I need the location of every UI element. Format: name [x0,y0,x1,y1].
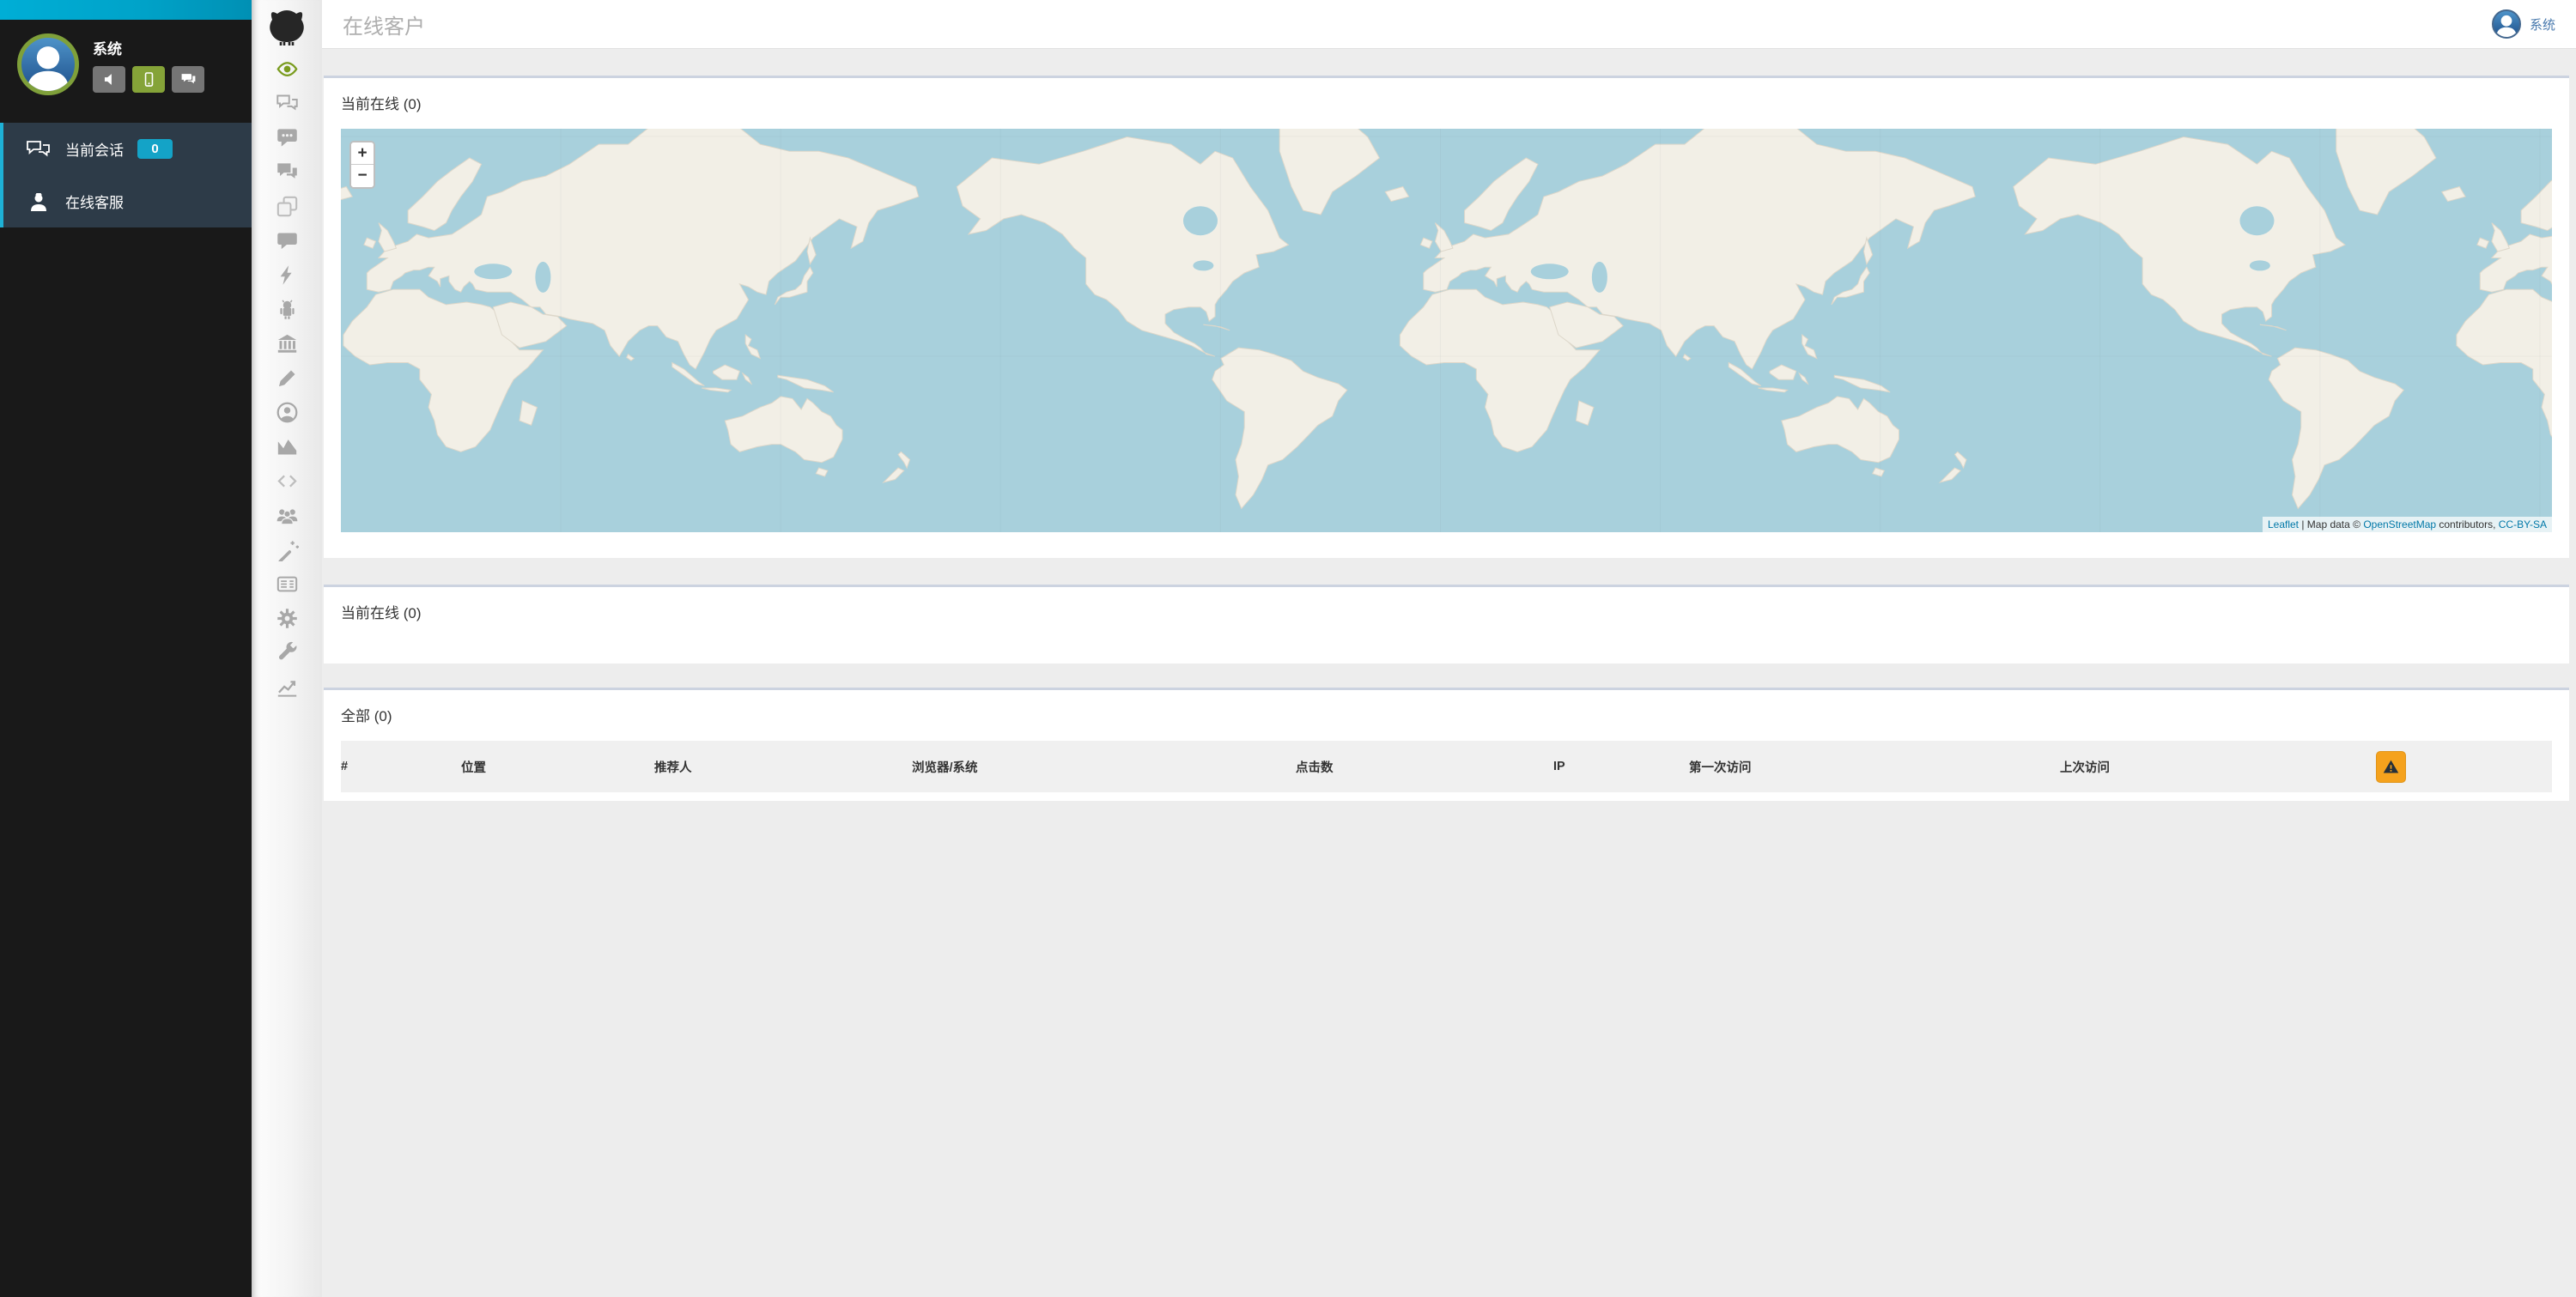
wrench-icon[interactable] [252,635,322,670]
visitors-table-header: # 位置 推荐人 浏览器/系统 点击数 IP 第一次访问 上次访问 [341,741,2552,792]
online-map-panel: 当前在线 (0) + − Leaflet | Map data © OpenSt… [324,76,2569,558]
world-map [341,129,2552,532]
mobile-button[interactable] [132,66,165,93]
bolt-icon[interactable] [252,258,322,292]
sidebar-item-current-chats[interactable]: 当前会话 0 [3,123,252,175]
user-avatar[interactable] [17,33,79,95]
column-header-referrer: 推荐人 [654,758,912,776]
icon-toolbar [252,0,322,1297]
sound-button[interactable] [93,66,125,93]
person-silhouette-icon [21,38,75,91]
header-avatar [2492,9,2521,39]
person-silhouette-icon [2494,11,2519,37]
sidebar-profile: 系统 [0,20,252,109]
line-chart-icon[interactable] [252,670,322,704]
column-header-clicks: 点击数 [1296,758,1553,776]
online-list-panel: 当前在线 (0) [324,585,2569,664]
sidebar: 系统 当前会话 0 [0,0,252,1297]
zoom-in-button[interactable]: + [351,142,374,165]
column-header-last-visit: 上次访问 [2060,758,2376,776]
mobile-phone-icon [141,71,157,88]
sidebar-item-label: 当前会话 [65,138,124,160]
chat-button[interactable] [172,66,204,93]
android-icon[interactable] [252,292,322,326]
operator-icon [26,191,52,212]
profile-name: 系统 [93,37,204,58]
app-root: 系统 当前会话 0 [0,0,2576,1297]
attribution-text: | Map data © [2299,518,2363,530]
user-circle-icon[interactable] [252,395,322,429]
sidebar-item-label: 在线客服 [65,191,124,212]
leaflet-link[interactable]: Leaflet [2268,518,2299,530]
map-zoom-control: + − [349,141,375,189]
page-title: 在线客户 [343,9,425,39]
column-header-browser-os: 浏览器/系统 [912,758,1296,776]
clone-icon[interactable] [252,189,322,223]
header-user-menu[interactable]: 系统 [2492,9,2555,39]
openstreetmap-link[interactable]: OpenStreetMap [2363,518,2436,530]
panel-title: 全部 (0) [341,690,2552,741]
sidebar-accent-bar [0,0,252,20]
all-visitors-panel: 全部 (0) # 位置 推荐人 浏览器/系统 点击数 IP 第一次访问 上次访问 [324,688,2569,801]
sidebar-item-online-operators[interactable]: 在线客服 [3,175,252,227]
code-icon[interactable] [252,464,322,498]
warning-triangle-icon [2382,758,2400,776]
column-header-number: # [341,760,461,773]
toolbar-icons [252,52,322,704]
header-user-name: 系统 [2530,15,2555,33]
current-chats-count-badge: 0 [137,139,173,159]
newspaper-icon[interactable] [252,567,322,601]
zoom-out-button[interactable]: − [351,165,374,187]
visitors-map[interactable]: + − Leaflet | Map data © OpenStreetMap c… [341,129,2552,532]
eye-icon[interactable] [252,52,322,86]
column-header-first-visit: 第一次访问 [1689,758,2060,776]
comments-filled-icon[interactable] [252,155,322,189]
speaker-icon [101,71,118,88]
bank-icon[interactable] [252,326,322,361]
license-link[interactable]: CC-BY-SA [2499,518,2547,530]
owl-logo-icon[interactable] [266,7,307,46]
column-header-ip: IP [1553,760,1689,773]
content: 当前在线 (0) + − Leaflet | Map data © OpenSt… [322,49,2576,801]
chat-bubbles-icon [180,71,197,88]
comments-outline-icon[interactable] [252,86,322,120]
warning-button[interactable] [2376,751,2406,783]
panel-title: 当前在线 (0) [341,587,2552,638]
main-area: 在线客户 系统 当前在线 (0) + − Leaflet | Map data [322,0,2576,1297]
top-header: 在线客户 系统 [322,0,2576,49]
chat-bubbles-icon [26,139,52,160]
comment-dots-icon[interactable] [252,120,322,155]
sidebar-menu: 当前会话 0 在线客服 [0,123,252,227]
users-icon[interactable] [252,498,322,532]
column-header-location: 位置 [461,758,654,776]
profile-buttons [93,66,204,93]
attribution-text: contributors, [2436,518,2499,530]
area-chart-icon[interactable] [252,429,322,464]
comment-icon[interactable] [252,223,322,258]
profile-info: 系统 [93,33,204,109]
pencil-icon[interactable] [252,361,322,395]
panel-title: 当前在线 (0) [341,78,2552,129]
magic-wand-icon[interactable] [252,532,322,567]
map-attribution: Leaflet | Map data © OpenStreetMap contr… [2263,517,2552,532]
gear-icon[interactable] [252,601,322,635]
